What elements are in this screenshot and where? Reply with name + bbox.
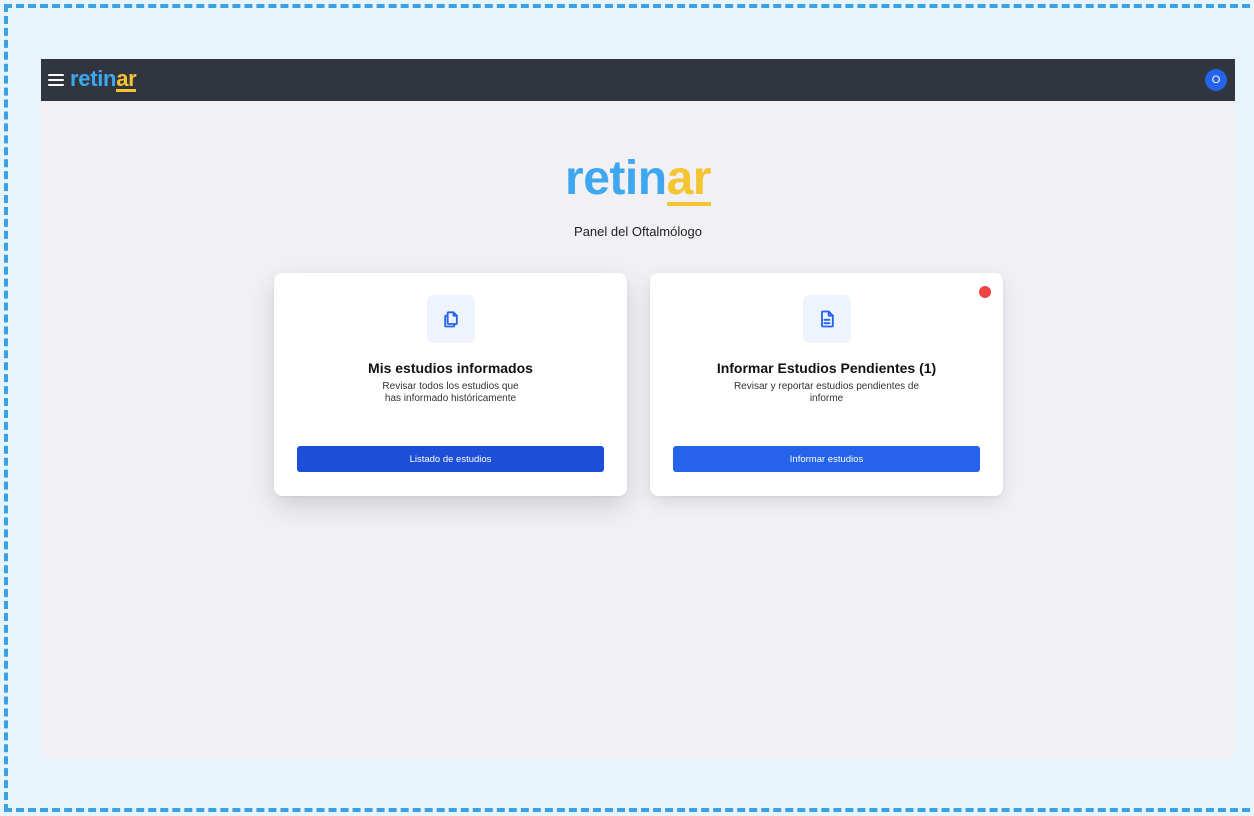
top-navbar: retinar O xyxy=(41,59,1235,101)
report-studies-button[interactable]: Informar estudios xyxy=(673,446,980,472)
hero-logo-text-retin: retin xyxy=(565,152,667,205)
card-pending-studies: Informar Estudios Pendientes (1) Revisar… xyxy=(650,273,1003,496)
card-title: Informar Estudios Pendientes (1) xyxy=(716,360,937,376)
hero-logo: retinar xyxy=(41,155,1235,206)
copy-documents-icon xyxy=(426,295,475,343)
logo-text-ar: ar xyxy=(116,65,137,93)
notification-dot xyxy=(979,286,991,298)
hamburger-menu-icon[interactable] xyxy=(48,74,64,86)
navbar-logo[interactable]: retinar xyxy=(70,65,137,93)
logo-text-retin: retin xyxy=(70,65,117,91)
page-subtitle: Panel del Oftalmólogo xyxy=(574,224,702,239)
card-title: Mis estudios informados xyxy=(368,360,533,376)
app-screen: retinar O retinar Panel del Oftalmólogo … xyxy=(41,59,1235,759)
study-list-button[interactable]: Listado de estudios xyxy=(297,446,604,472)
card-description: Revisar todos los estudios que has infor… xyxy=(382,381,519,404)
card-reported-studies: Mis estudios informados Revisar todos lo… xyxy=(274,273,627,496)
card-description: Revisar y reportar estudios pendientes d… xyxy=(733,381,920,404)
document-text-icon xyxy=(802,295,851,343)
hero-logo-text-ar: ar xyxy=(666,152,711,206)
user-avatar[interactable]: O xyxy=(1205,69,1227,91)
